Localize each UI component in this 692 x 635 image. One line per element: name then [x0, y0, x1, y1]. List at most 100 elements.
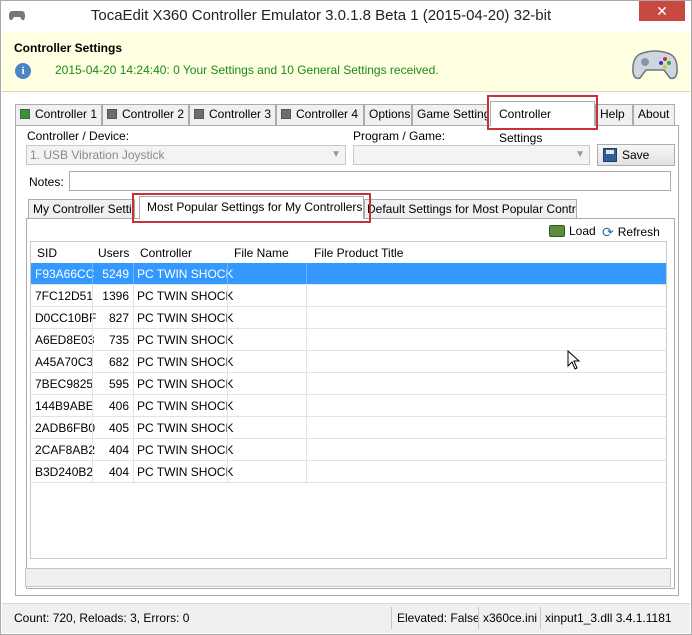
- device-select[interactable]: 1. USB Vibration Joystick ▼: [26, 145, 346, 165]
- status-elevated: Elevated: False: [397, 611, 480, 625]
- tab-controller-3[interactable]: Controller 3: [189, 104, 276, 125]
- notes-input[interactable]: [69, 171, 671, 191]
- title-bar: TocaEdit X360 Controller Emulator 3.0.1.…: [1, 1, 691, 31]
- column-divider: [306, 461, 307, 482]
- column-divider: [133, 417, 134, 438]
- tab-controller-2[interactable]: Controller 2: [102, 104, 189, 125]
- info-icon: i: [15, 63, 31, 79]
- tab-my-controller-settings[interactable]: My Controller Settings: [28, 199, 135, 219]
- cell-sid: 2ADB6FB0: [35, 421, 96, 435]
- cell-users: 404: [108, 465, 129, 479]
- column-divider: [92, 461, 93, 482]
- column-header-file-name[interactable]: File Name: [234, 246, 289, 260]
- header-title: Controller Settings: [14, 41, 123, 55]
- column-divider: [92, 395, 93, 416]
- window-title: TocaEdit X360 Controller Emulator 3.0.1.…: [90, 7, 552, 24]
- tab-most-popular-settings[interactable]: Most Popular Settings for My Controllers…: [139, 196, 364, 219]
- cell-users: 827: [108, 311, 129, 325]
- tab-default-settings[interactable]: Default Settings for Most Popular Contro…: [364, 199, 577, 219]
- controller-disconnected-icon: [194, 109, 204, 119]
- cell-controller: PC TWIN SHOCK: [137, 333, 234, 347]
- cell-users: 735: [108, 333, 129, 347]
- status-divider: [391, 607, 392, 629]
- column-divider: [92, 439, 93, 460]
- column-divider: [227, 461, 228, 482]
- table-row[interactable]: 7BEC9825 595 PC TWIN SHOCK: [31, 373, 666, 395]
- load-icon: [549, 225, 565, 237]
- cell-sid: 7BEC9825: [35, 377, 94, 391]
- refresh-icon: ⟳: [602, 224, 614, 240]
- column-divider: [227, 263, 228, 284]
- cell-sid: A45A70C3: [35, 355, 94, 369]
- column-divider: [133, 307, 134, 328]
- column-divider: [227, 373, 228, 394]
- column-divider: [92, 263, 93, 284]
- column-divider: [92, 329, 93, 350]
- table-row[interactable]: 2CAF8AB2 404 PC TWIN SHOCK: [31, 439, 666, 461]
- program-select[interactable]: ▼: [353, 145, 590, 165]
- program-label: Program / Game:: [353, 129, 446, 143]
- settings-table: SID Users Controller File Name File Prod…: [30, 241, 667, 559]
- column-divider: [306, 307, 307, 328]
- tab-about[interactable]: About: [633, 104, 675, 125]
- close-button[interactable]: ✕: [639, 1, 685, 21]
- column-divider: [92, 285, 93, 306]
- info-header: Controller Settings i 2015-04-20 14:24:4…: [2, 32, 690, 92]
- column-divider: [133, 351, 134, 372]
- status-divider: [478, 607, 479, 629]
- column-divider: [306, 285, 307, 306]
- column-divider: [92, 307, 93, 328]
- tab-options[interactable]: Options: [364, 104, 412, 125]
- floppy-disk-icon: [603, 148, 617, 162]
- status-dll: xinput1_3.dll 3.4.1.1181: [545, 611, 672, 625]
- table-row[interactable]: A6ED8E03 735 PC TWIN SHOCK: [31, 329, 666, 351]
- column-header-sid[interactable]: SID: [37, 246, 57, 260]
- status-divider: [540, 607, 541, 629]
- cell-sid: F93A66CC: [35, 267, 95, 281]
- horizontal-scrollbar[interactable]: [25, 568, 671, 587]
- table-row[interactable]: 144B9ABE 406 PC TWIN SHOCK: [31, 395, 666, 417]
- tab-help[interactable]: Help: [595, 104, 633, 125]
- tab-controller-4[interactable]: Controller 4: [276, 104, 364, 125]
- column-divider: [227, 307, 228, 328]
- notes-label: Notes:: [29, 175, 64, 189]
- cell-users: 1396: [102, 289, 129, 303]
- column-header-file-product-title[interactable]: File Product Title: [314, 246, 403, 260]
- table-row[interactable]: 2ADB6FB0 405 PC TWIN SHOCK: [31, 417, 666, 439]
- cell-sid: D0CC10BF: [35, 311, 97, 325]
- tab-controller-settings[interactable]: Controller Settings: [490, 101, 595, 145]
- column-divider: [306, 417, 307, 438]
- refresh-button[interactable]: ⟳ Refresh: [602, 224, 660, 241]
- column-divider: [92, 417, 93, 438]
- column-divider: [133, 329, 134, 350]
- tab-controller-1[interactable]: Controller 1: [15, 104, 102, 125]
- status-message: 2015-04-20 14:24:40: 0 Your Settings and…: [55, 63, 439, 77]
- column-divider: [227, 285, 228, 306]
- table-row[interactable]: 7FC12D51 1396 PC TWIN SHOCK: [31, 285, 666, 307]
- column-divider: [227, 439, 228, 460]
- column-header-users[interactable]: Users: [98, 246, 129, 260]
- cell-sid: A6ED8E03: [35, 333, 95, 347]
- cell-controller: PC TWIN SHOCK: [137, 443, 234, 457]
- column-divider: [133, 263, 134, 284]
- cell-sid: B3D240B2: [35, 465, 94, 479]
- device-label: Controller / Device:: [27, 129, 130, 143]
- table-row[interactable]: D0CC10BF 827 PC TWIN SHOCK: [31, 307, 666, 329]
- tab-game-settings[interactable]: Game Settings: [412, 104, 489, 125]
- save-button[interactable]: Save: [597, 144, 675, 166]
- cell-sid: 7FC12D51: [35, 289, 94, 303]
- cell-users: 404: [108, 443, 129, 457]
- controller-disconnected-icon: [281, 109, 291, 119]
- table-row[interactable]: B3D240B2 404 PC TWIN SHOCK: [31, 461, 666, 483]
- column-divider: [92, 373, 93, 394]
- cell-users: 595: [108, 377, 129, 391]
- column-divider: [227, 329, 228, 350]
- cell-users: 682: [108, 355, 129, 369]
- table-row[interactable]: F93A66CC 5249 PC TWIN SHOCK: [31, 263, 666, 285]
- load-button[interactable]: Load: [549, 224, 596, 238]
- status-counts: Count: 720, Reloads: 3, Errors: 0: [14, 611, 190, 625]
- column-divider: [133, 461, 134, 482]
- app-window: TocaEdit X360 Controller Emulator 3.0.1.…: [0, 0, 692, 635]
- column-header-controller[interactable]: Controller: [140, 246, 192, 260]
- column-divider: [227, 395, 228, 416]
